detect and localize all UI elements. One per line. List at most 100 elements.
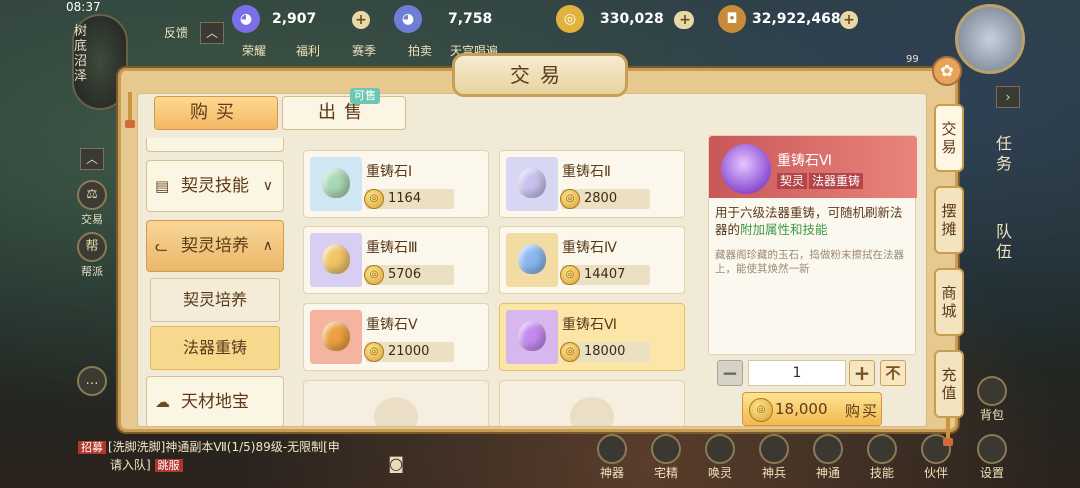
item-card[interactable]: 重铸石Ⅱ ◎ 2800 xyxy=(499,150,685,218)
quantity-decrease-button[interactable]: − xyxy=(717,360,743,386)
reforge-stone-icon xyxy=(518,168,546,198)
item-name: 重铸石Ⅲ xyxy=(366,240,418,256)
category-pet-skills[interactable]: ▤ 契灵技能 ∨ xyxy=(146,160,284,212)
category-list[interactable]: ▤ 契灵技能 ∨ ᓚ 契灵培养 ∧ 契灵培养 法器重铸 ☁ 天材地宝 xyxy=(140,138,292,426)
side-nav-trade[interactable]: 交易 xyxy=(934,104,964,172)
item-detail-description: 用于六级法器重铸，可随机刷新法器的附加属性和技能 xyxy=(715,204,913,238)
task-tab[interactable]: 任务 xyxy=(990,134,1018,174)
bottom-artifact-button[interactable]: 神器 xyxy=(592,434,632,481)
menu-badge-count: 99 xyxy=(906,54,919,65)
top-menu-honor[interactable]: 荣耀 xyxy=(242,42,266,59)
tab-sell[interactable]: 出售 xyxy=(282,96,406,130)
house-spirit-icon xyxy=(651,434,681,464)
gold-coin-icon: ◎ xyxy=(560,265,580,285)
bottom-summon-button[interactable]: 唤灵 xyxy=(700,434,740,481)
bottom-settings-button[interactable]: 设置 xyxy=(972,434,1012,481)
item-detail-panel: 重铸石Ⅵ 契灵 法器重铸 用于六级法器重铸，可随机刷新法器的附加属性和技能 藏器阁… xyxy=(708,135,917,355)
add-resource-button[interactable]: + xyxy=(352,11,370,29)
top-menu-feedback[interactable]: 反馈 xyxy=(164,24,188,41)
scroll-icon: ▤ xyxy=(155,177,170,195)
bottom-label: 伙伴 xyxy=(923,466,948,480)
item-card[interactable]: 重铸石Ⅳ ◎ 14407 xyxy=(499,226,685,294)
artifact-icon xyxy=(597,434,627,464)
divine-power-icon xyxy=(813,434,843,464)
item-card[interactable]: 重铸石Ⅴ ◎ 21000 xyxy=(303,303,489,371)
reforge-stone-icon xyxy=(721,144,771,194)
quantity-input[interactable]: 1 xyxy=(748,360,846,386)
bottom-label: 设置 xyxy=(979,466,1004,480)
collapse-top-menu-button[interactable]: ︿ xyxy=(200,22,224,44)
collapse-side-menu-button[interactable]: ︿ xyxy=(80,148,104,170)
gold-coin-icon: ◎ xyxy=(556,5,584,33)
bottom-skill-button[interactable]: 技能 xyxy=(862,434,902,481)
item-price: 21000 xyxy=(388,344,430,359)
bound-spirit-orb-icon: ◕ xyxy=(394,5,422,33)
buy-button[interactable]: ◎ 18,000 购买 xyxy=(742,392,882,426)
chat-line[interactable]: 请入队] 跳服 xyxy=(110,456,185,473)
item-card-empty xyxy=(303,380,489,426)
quantity-max-button[interactable]: 不 xyxy=(880,360,906,386)
item-grid[interactable]: 重铸石Ⅰ ◎ 1164 重铸石Ⅱ ◎ 2800 重铸石Ⅲ ◎ 5706 重铸石Ⅳ… xyxy=(300,148,690,426)
skill-icon xyxy=(867,434,897,464)
item-card-empty xyxy=(499,380,685,426)
player-avatar[interactable] xyxy=(955,4,1025,74)
category-scrolled-item[interactable] xyxy=(146,138,284,152)
item-name: 重铸石Ⅳ xyxy=(562,240,617,256)
side-nav-stall[interactable]: 摆摊 xyxy=(934,186,964,254)
tab-buy[interactable]: 购买 xyxy=(154,96,278,130)
chat-recruit-tag: 招募 xyxy=(78,441,106,454)
chat-jump-tag[interactable]: 跳服 xyxy=(154,459,183,472)
screenshot-camera-button[interactable]: ◙ xyxy=(376,454,416,473)
bag-button[interactable]: 背包 xyxy=(972,376,1012,423)
team-tab[interactable]: 队伍 xyxy=(990,222,1018,262)
chevron-up-icon: ∧ xyxy=(262,238,273,254)
resource-value: 2,907 xyxy=(272,11,317,27)
top-menu-auction[interactable]: 拍卖 xyxy=(408,42,432,59)
item-price: 2800 xyxy=(584,191,618,206)
chat-button[interactable]: … xyxy=(72,366,112,397)
item-card[interactable]: 重铸石Ⅰ ◎ 1164 xyxy=(303,150,489,218)
category-label: 契灵培养 xyxy=(181,236,249,256)
weapon-icon xyxy=(759,434,789,464)
buy-total-price: 18,000 xyxy=(775,400,828,418)
top-menu-welfare[interactable]: 福利 xyxy=(296,42,320,59)
reforge-stone-icon xyxy=(322,321,350,351)
subcategory-artifact-reforge[interactable]: 法器重铸 xyxy=(150,326,280,370)
spirit-orb-icon: ◕ xyxy=(232,5,260,33)
top-menu-season[interactable]: 赛季 xyxy=(352,42,376,59)
bottom-weapon-button[interactable]: 神兵 xyxy=(754,434,794,481)
guild-banner-icon: 帮 xyxy=(77,232,107,262)
add-resource-button[interactable]: + xyxy=(840,11,858,29)
bottom-label: 宅精 xyxy=(653,466,678,480)
add-resource-button[interactable]: + xyxy=(676,11,694,29)
quantity-increase-button[interactable]: + xyxy=(849,360,875,386)
category-pet-training[interactable]: ᓚ 契灵培养 ∧ xyxy=(146,220,284,272)
subcategory-pet-training[interactable]: 契灵培养 xyxy=(150,278,280,322)
side-nav-mall[interactable]: 商城 xyxy=(934,268,964,336)
gold-coin-icon: ◎ xyxy=(364,189,384,209)
reforge-stone-icon xyxy=(322,168,350,198)
guild-shortcut-button[interactable]: 帮 帮派 xyxy=(72,232,112,279)
trade-shortcut-button[interactable]: ⚖ 交易 xyxy=(72,180,112,227)
item-thumbnail xyxy=(506,310,558,364)
bottom-divine-power-button[interactable]: 神通 xyxy=(808,434,848,481)
expand-right-panel-button[interactable]: › xyxy=(996,86,1020,108)
side-nav-recharge[interactable]: 充值 xyxy=(934,350,964,418)
item-name: 重铸石Ⅰ xyxy=(366,164,413,180)
bottom-house-spirit-button[interactable]: 宅精 xyxy=(646,434,686,481)
chat-message-text: 请入队] xyxy=(110,458,151,472)
close-button[interactable]: ✿ xyxy=(932,56,962,86)
item-card[interactable]: 重铸石Ⅲ ◎ 5706 xyxy=(303,226,489,294)
bottom-label: 神器 xyxy=(599,466,624,480)
sellable-badge: 可售 xyxy=(350,88,380,104)
trade-shortcut-label: 交易 xyxy=(81,213,103,226)
item-card-selected[interactable]: 重铸石Ⅵ ◎ 18000 xyxy=(499,303,685,371)
treasure-icon: ☁ xyxy=(155,393,170,411)
category-treasures[interactable]: ☁ 天材地宝 xyxy=(146,376,284,426)
chat-line[interactable]: 招募 [洗脚洗脚]神通副本Ⅶ(1/5)89级-无限制[申 xyxy=(78,438,340,455)
category-label: 天材地宝 xyxy=(181,392,249,412)
item-thumbnail xyxy=(506,233,558,287)
gold-coin-icon: ◎ xyxy=(364,265,384,285)
copper-coin-icon: ◘ xyxy=(718,5,746,33)
item-price: 5706 xyxy=(388,267,422,282)
